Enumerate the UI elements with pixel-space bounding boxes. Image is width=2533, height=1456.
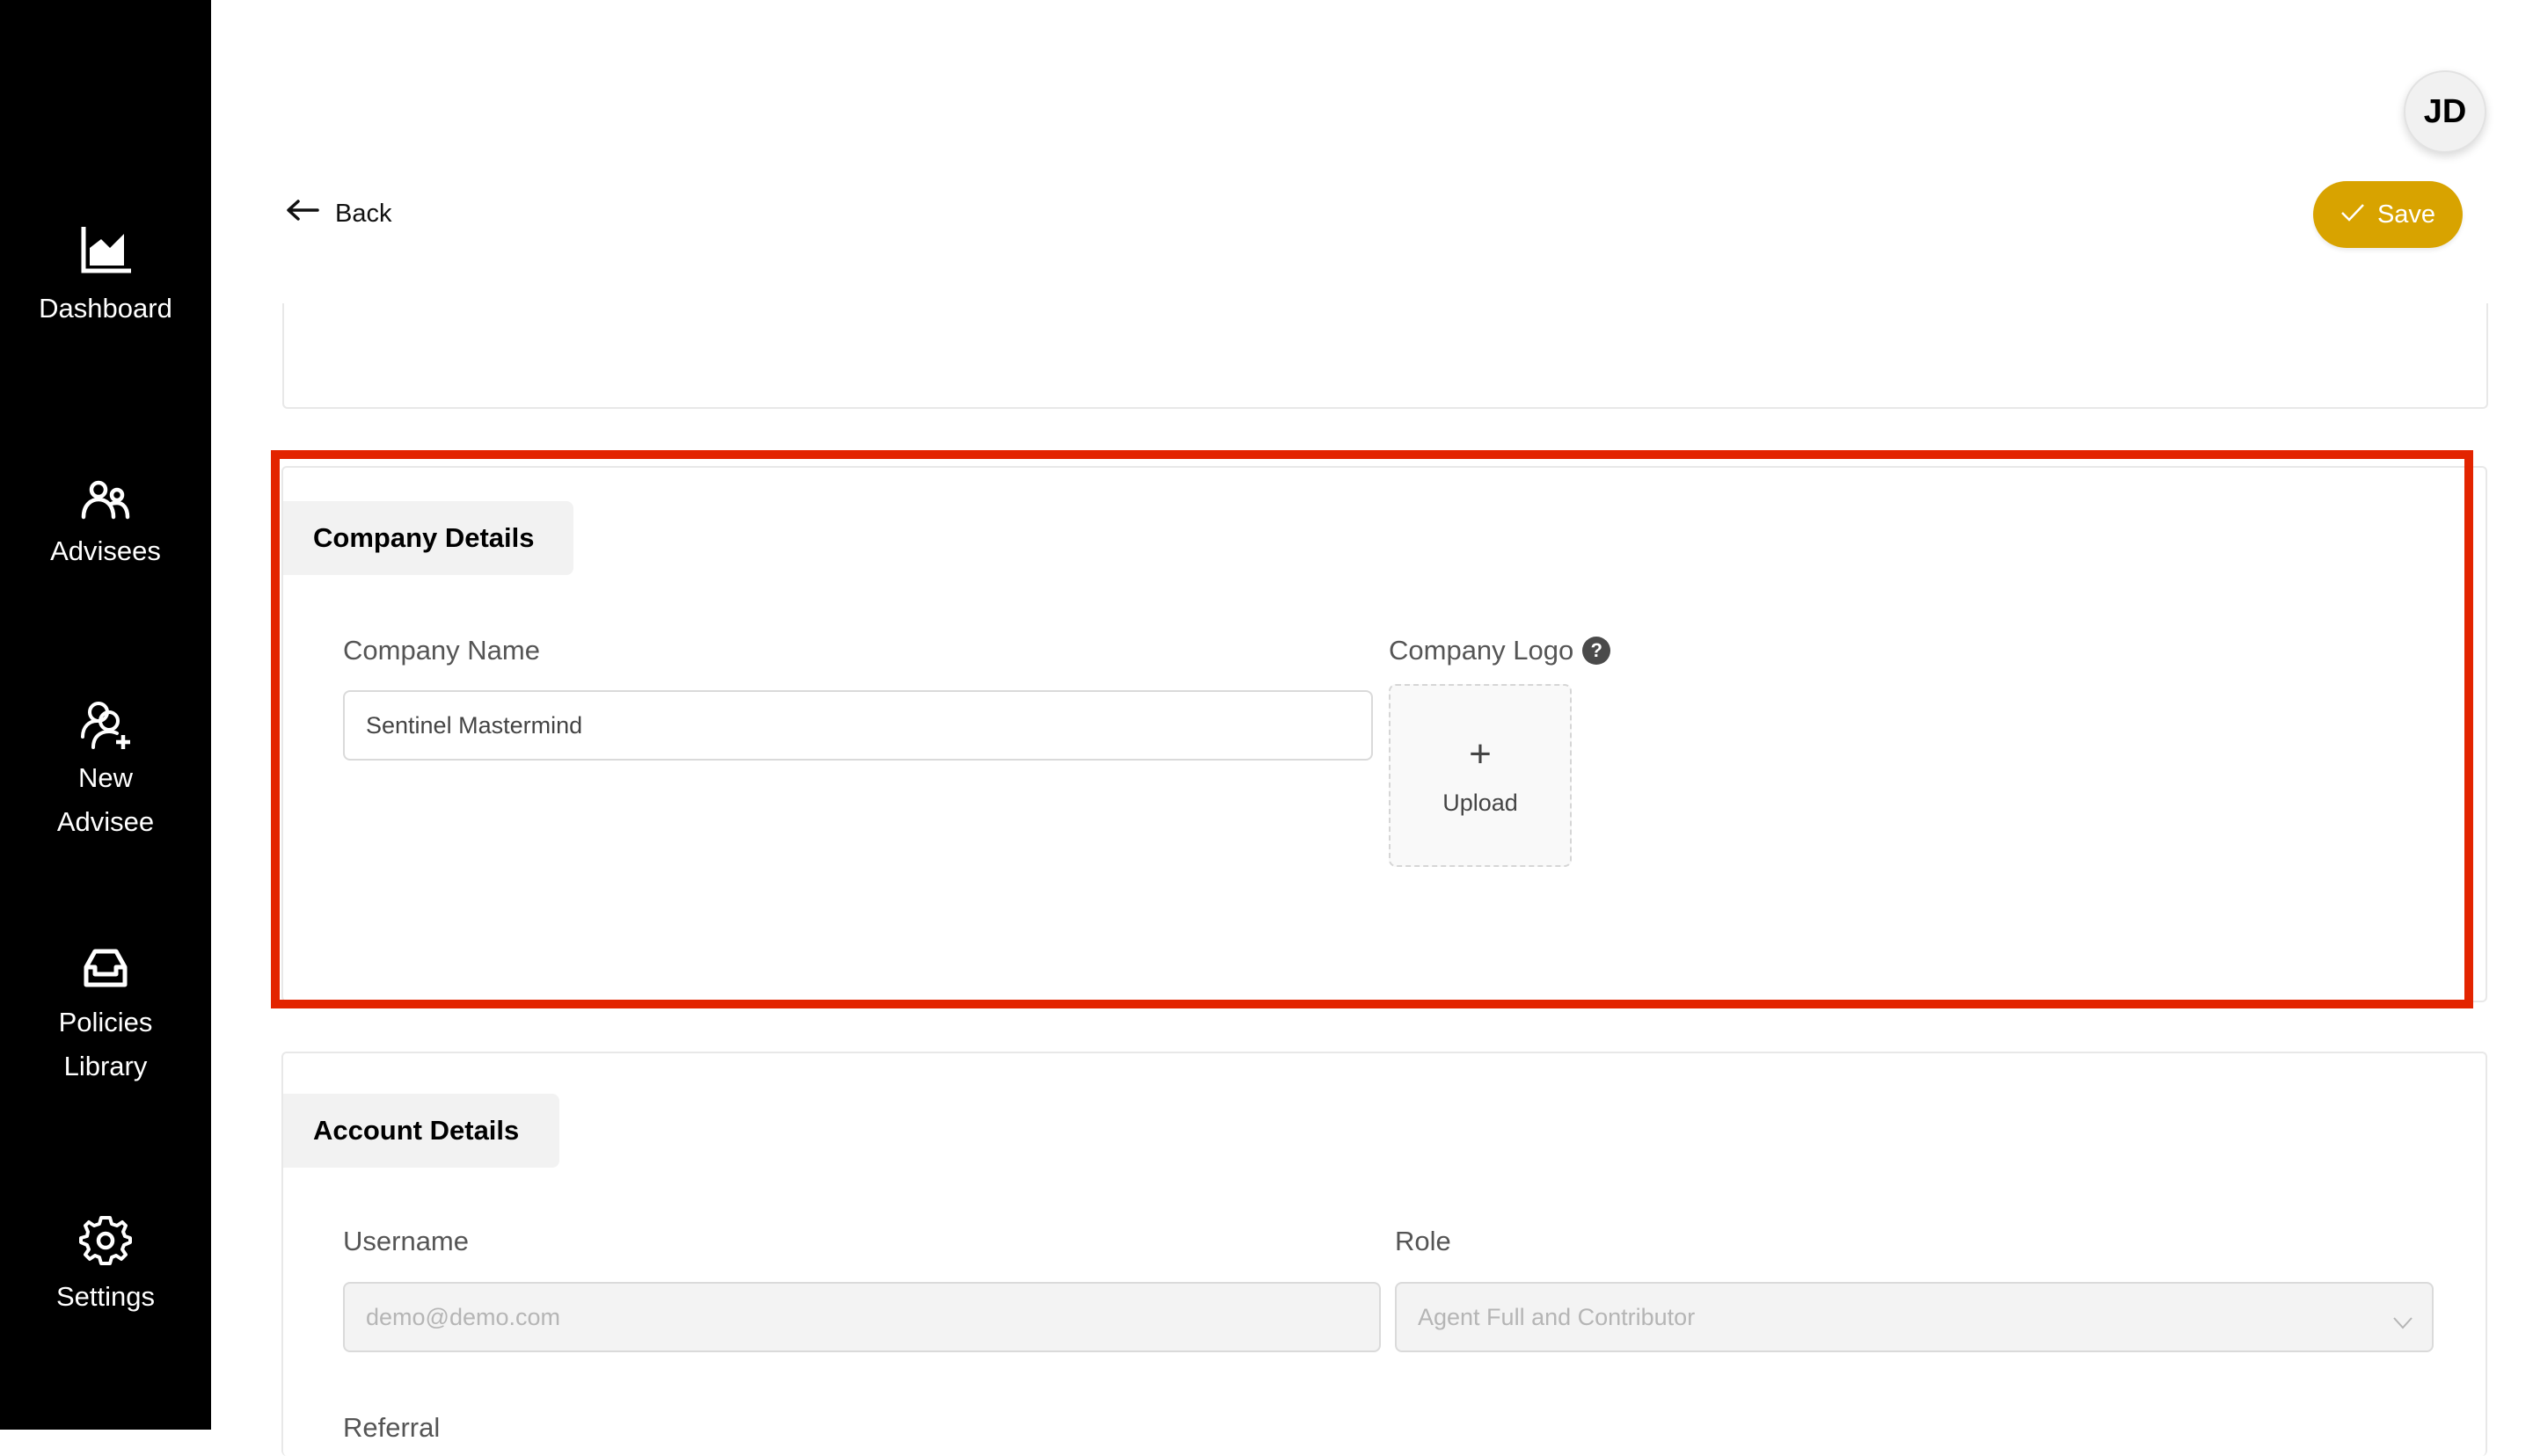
chart-area-icon	[80, 227, 131, 274]
save-button[interactable]: Save	[2313, 181, 2463, 248]
sidebar-item-label: Settings	[55, 1281, 155, 1312]
account-details-card: Account Details Username demo@demo.com R…	[281, 1052, 2487, 1456]
company-logo-label: Company Logo	[1389, 635, 1574, 666]
sidebar-item-label: Advisee	[56, 806, 155, 837]
avatar[interactable]: JD	[2404, 70, 2486, 153]
sidebar-item-label: New	[77, 762, 133, 793]
sidebar-item-settings[interactable]: Settings	[0, 1213, 211, 1319]
username-input: demo@demo.com	[343, 1282, 1381, 1352]
sidebar-item-label: Advisees	[50, 535, 161, 566]
sidebar-item-new-advisee[interactable]: New Advisee	[0, 700, 211, 844]
sidebar: Dashboard Advisees New Advisee Policies …	[0, 0, 211, 1430]
account-details-title: Account Details	[283, 1094, 559, 1168]
sidebar-item-label: Dashboard	[39, 293, 172, 324]
sidebar-item-advisees[interactable]: Advisees	[0, 480, 211, 573]
sidebar-item-label: Library	[63, 1051, 148, 1081]
check-icon	[2340, 200, 2377, 229]
company-name-label: Company Name	[343, 635, 540, 666]
save-label: Save	[2376, 200, 2436, 229]
back-label: Back	[335, 199, 392, 228]
user-add-icon	[79, 700, 132, 753]
referral-label: Referral	[343, 1412, 441, 1443]
plus-icon: +	[1469, 732, 1492, 775]
role-select: Agent Full and Contributor	[1395, 1282, 2434, 1352]
company-details-card: Company Details Company Name Sentinel Ma…	[281, 466, 2487, 1002]
back-button[interactable]: Back	[286, 199, 391, 229]
sidebar-item-label: Policies	[58, 1007, 153, 1037]
company-name-input[interactable]: Sentinel Mastermind	[343, 690, 1373, 761]
role-label: Role	[1395, 1226, 1451, 1256]
sidebar-item-policies-library[interactable]: Policies Library	[0, 946, 211, 1088]
arrow-left-icon	[286, 199, 335, 229]
company-details-title: Company Details	[283, 501, 573, 575]
logo-upload-button[interactable]: + Upload	[1389, 684, 1572, 867]
users-icon	[81, 480, 130, 521]
role-select-value: Agent Full and Contributor	[1418, 1303, 1696, 1330]
help-icon[interactable]: ?	[1582, 637, 1611, 665]
inbox-icon	[83, 946, 128, 990]
username-label: Username	[343, 1226, 469, 1256]
upload-label: Upload	[1442, 789, 1518, 816]
gear-icon	[79, 1213, 132, 1266]
previous-section-card	[282, 303, 2488, 409]
chevron-down-icon	[2393, 1308, 2413, 1336]
sidebar-item-dashboard[interactable]: Dashboard	[0, 227, 211, 331]
company-logo-label-row: Company Logo ?	[1389, 635, 1611, 666]
